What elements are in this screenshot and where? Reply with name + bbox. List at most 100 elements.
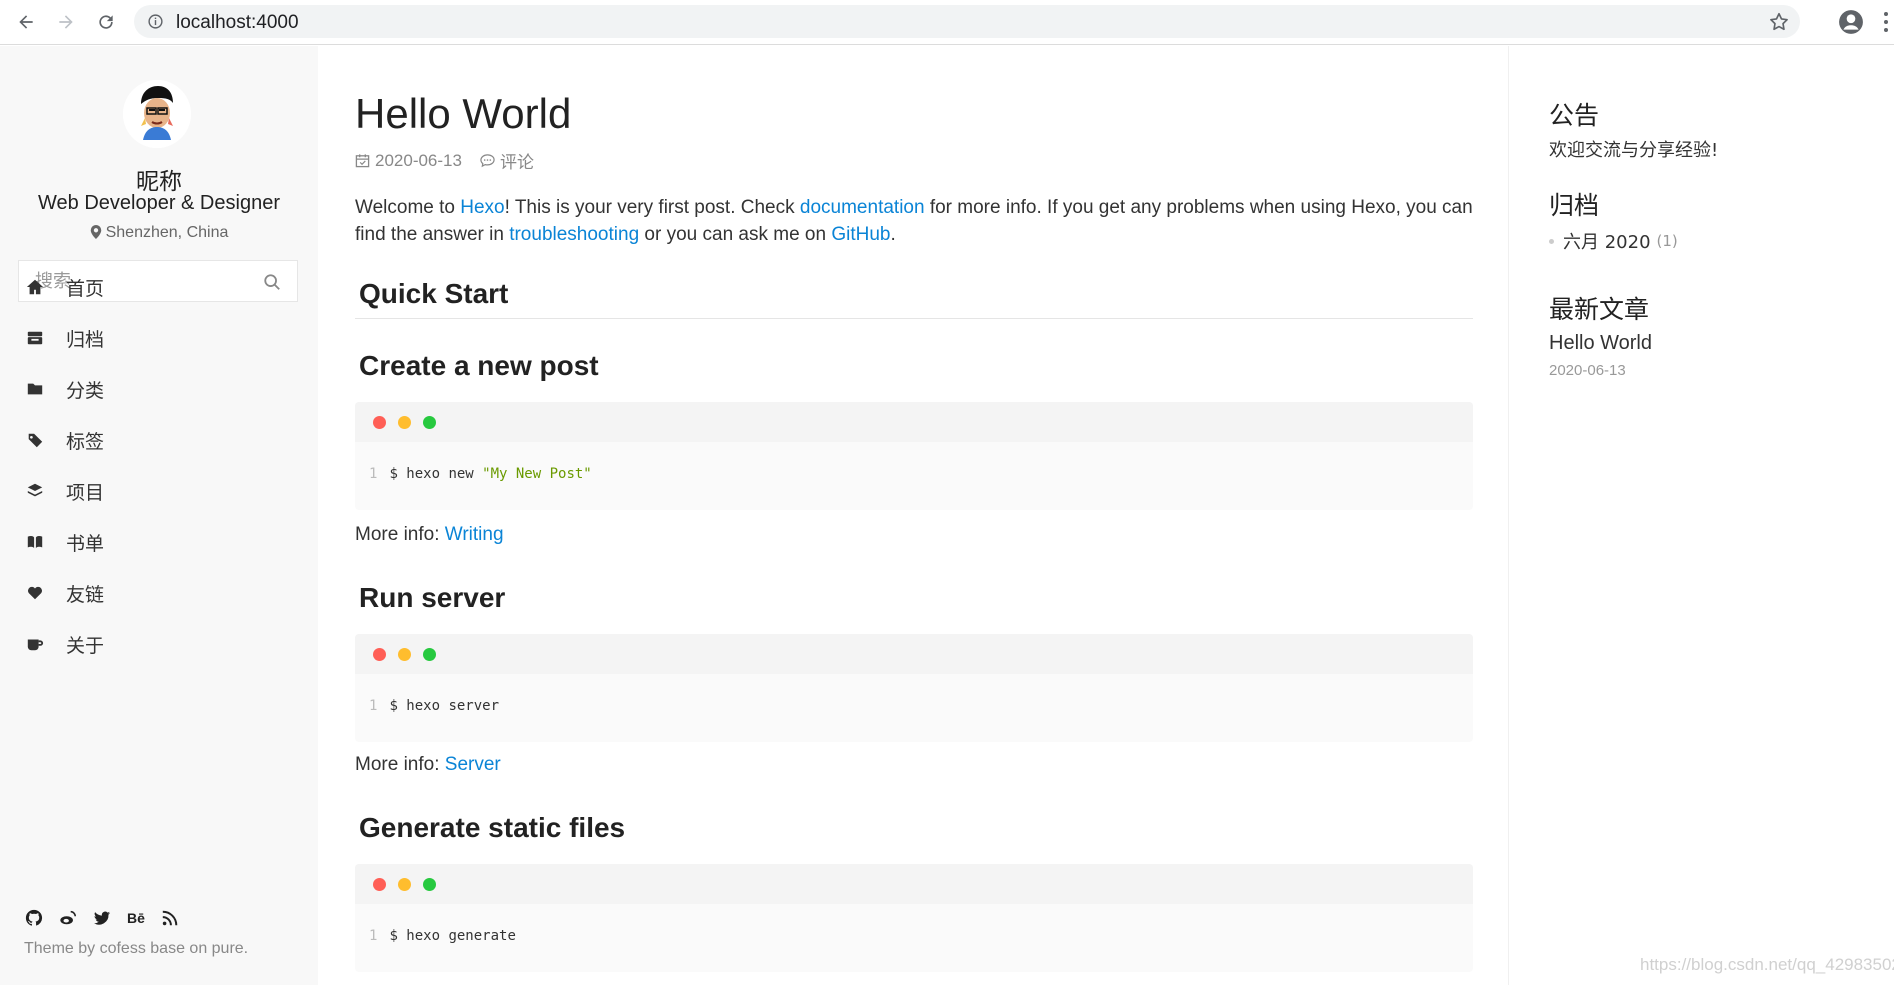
archive-count: (1) — [1656, 232, 1678, 250]
red-dot-icon — [373, 648, 386, 661]
code-command: $ hexo server — [389, 698, 500, 714]
recent-post-date: 2020-06-13 — [1549, 362, 1626, 379]
menu-item-label: 归档 — [66, 328, 105, 351]
yellow-dot-icon — [398, 878, 411, 891]
menu-item-label: 分类 — [66, 379, 105, 402]
code-string: "My New Post" — [482, 466, 592, 482]
intro-text: . — [890, 224, 896, 245]
code-line: 1 $ hexo server — [369, 698, 499, 714]
menu-item-about[interactable]: 关于 — [18, 624, 298, 664]
archive-icon — [24, 327, 46, 349]
intro-text: ! This is your very first post. Check — [504, 197, 800, 218]
twitter-icon[interactable] — [92, 908, 112, 928]
hexo-link[interactable]: Hexo — [460, 197, 504, 218]
recent-posts-title: 最新文章 — [1549, 295, 1650, 324]
more-info: More info: Writing — [355, 524, 504, 546]
address-bar[interactable]: localhost:4000 — [134, 5, 1800, 38]
code-line: 1 $ hexo new "My New Post" — [369, 466, 592, 482]
menu-item-projects[interactable]: 项目 — [18, 471, 298, 511]
forward-button[interactable] — [52, 8, 80, 36]
menu-item-tags[interactable]: 标签 — [18, 420, 298, 460]
layers-icon — [24, 480, 46, 502]
menu-item-label: 友链 — [66, 583, 105, 606]
red-dot-icon — [373, 416, 386, 429]
theme-credit: Theme by cofess base on pure. — [24, 940, 249, 957]
book-icon — [24, 531, 46, 553]
post-meta: 2020-06-13 评论 — [355, 148, 534, 173]
arrow-right-icon — [59, 15, 73, 29]
url-text[interactable]: localhost:4000 — [176, 12, 299, 34]
heading-generate: Generate static files — [359, 812, 626, 843]
map-marker-icon — [90, 225, 101, 239]
reload-icon — [99, 15, 113, 29]
rss-icon[interactable] — [160, 908, 180, 928]
avatar-image — [123, 80, 191, 148]
left-sidebar: 昵称 Web Developer & Designer Shenzhen, Ch… — [0, 46, 318, 985]
code-block: 1 $ hexo server — [355, 634, 1473, 742]
intro-text: Welcome to — [355, 197, 461, 218]
location: Shenzhen, China — [0, 224, 318, 242]
menu-item-archive[interactable]: 归档 — [18, 318, 298, 358]
code-block-header — [355, 634, 1473, 674]
comments-link[interactable]: 评论 — [480, 148, 534, 173]
star-icon[interactable] — [1768, 11, 1790, 33]
line-number: 1 — [369, 928, 378, 944]
menu-item-friends[interactable]: 友链 — [18, 573, 298, 613]
role-title: Web Developer & Designer — [38, 192, 280, 214]
server-link[interactable]: Server — [445, 754, 501, 775]
recent-post-link[interactable]: Hello World — [1549, 332, 1652, 355]
post-date: 2020-06-13 — [375, 150, 462, 170]
troubleshooting-link[interactable]: troubleshooting — [509, 224, 639, 245]
comments-label: 评论 — [499, 153, 534, 172]
github-icon[interactable] — [24, 908, 44, 928]
archive-month-link[interactable]: 六月 2020 (1) — [1549, 228, 1678, 254]
avatar[interactable] — [123, 80, 191, 148]
green-dot-icon — [423, 878, 436, 891]
profile-icon[interactable] — [1838, 9, 1864, 35]
social-links: Bē — [24, 908, 180, 928]
archive-month: 六月 2020 — [1563, 232, 1651, 253]
code-command: $ hexo generate — [389, 928, 516, 944]
menu-item-label: 关于 — [66, 634, 105, 657]
more-info: More info: Server — [355, 754, 501, 776]
nickname: 昵称 — [136, 169, 182, 195]
post-title: Hello World — [355, 90, 572, 137]
location-text: Shenzhen, China — [105, 224, 229, 241]
code-line: 1 $ hexo generate — [369, 928, 516, 944]
back-button[interactable] — [12, 8, 40, 36]
behance-icon[interactable]: Bē — [126, 908, 146, 928]
info-icon — [148, 14, 163, 29]
browser-toolbar: localhost:4000 — [0, 0, 1894, 45]
line-number: 1 — [369, 466, 378, 482]
coffee-icon — [24, 633, 46, 655]
writing-link[interactable]: Writing — [445, 524, 504, 545]
intro-text: or you can ask me on — [639, 224, 832, 245]
menu-item-categories[interactable]: 分类 — [18, 369, 298, 409]
github-link[interactable]: GitHub — [831, 224, 890, 245]
reload-button[interactable] — [92, 8, 120, 36]
heart-icon — [24, 582, 46, 604]
menu-item-label: 首页 — [66, 277, 105, 300]
code-block-header — [355, 864, 1473, 904]
folder-icon — [24, 378, 46, 400]
weibo-icon[interactable] — [58, 908, 78, 928]
notice-text: 欢迎交流与分享经验! — [1549, 140, 1719, 161]
menu-item-home[interactable]: 首页 — [18, 267, 298, 307]
heading-create-post: Create a new post — [359, 350, 599, 381]
intro-paragraph: Welcome to Hexo! This is your very first… — [355, 194, 1475, 248]
heading-run-server: Run server — [359, 582, 506, 613]
bullet-icon — [1549, 238, 1554, 244]
more-vert-icon[interactable] — [1882, 10, 1890, 34]
heading-divider — [355, 318, 1473, 319]
menu-item-books[interactable]: 书单 — [18, 522, 298, 562]
green-dot-icon — [423, 648, 436, 661]
watermark: https://blog.csdn.net/qq_42983502 — [1640, 955, 1894, 974]
menu-item-label: 书单 — [66, 532, 105, 555]
red-dot-icon — [373, 878, 386, 891]
home-icon — [24, 276, 46, 298]
archive-title: 归档 — [1549, 191, 1600, 220]
tag-icon — [24, 429, 46, 451]
documentation-link[interactable]: documentation — [800, 197, 925, 218]
notice-title: 公告 — [1549, 101, 1600, 130]
right-sidebar: 公告 欢迎交流与分享经验! 归档 六月 2020 (1) 最新文章 Hello … — [1508, 46, 1894, 985]
